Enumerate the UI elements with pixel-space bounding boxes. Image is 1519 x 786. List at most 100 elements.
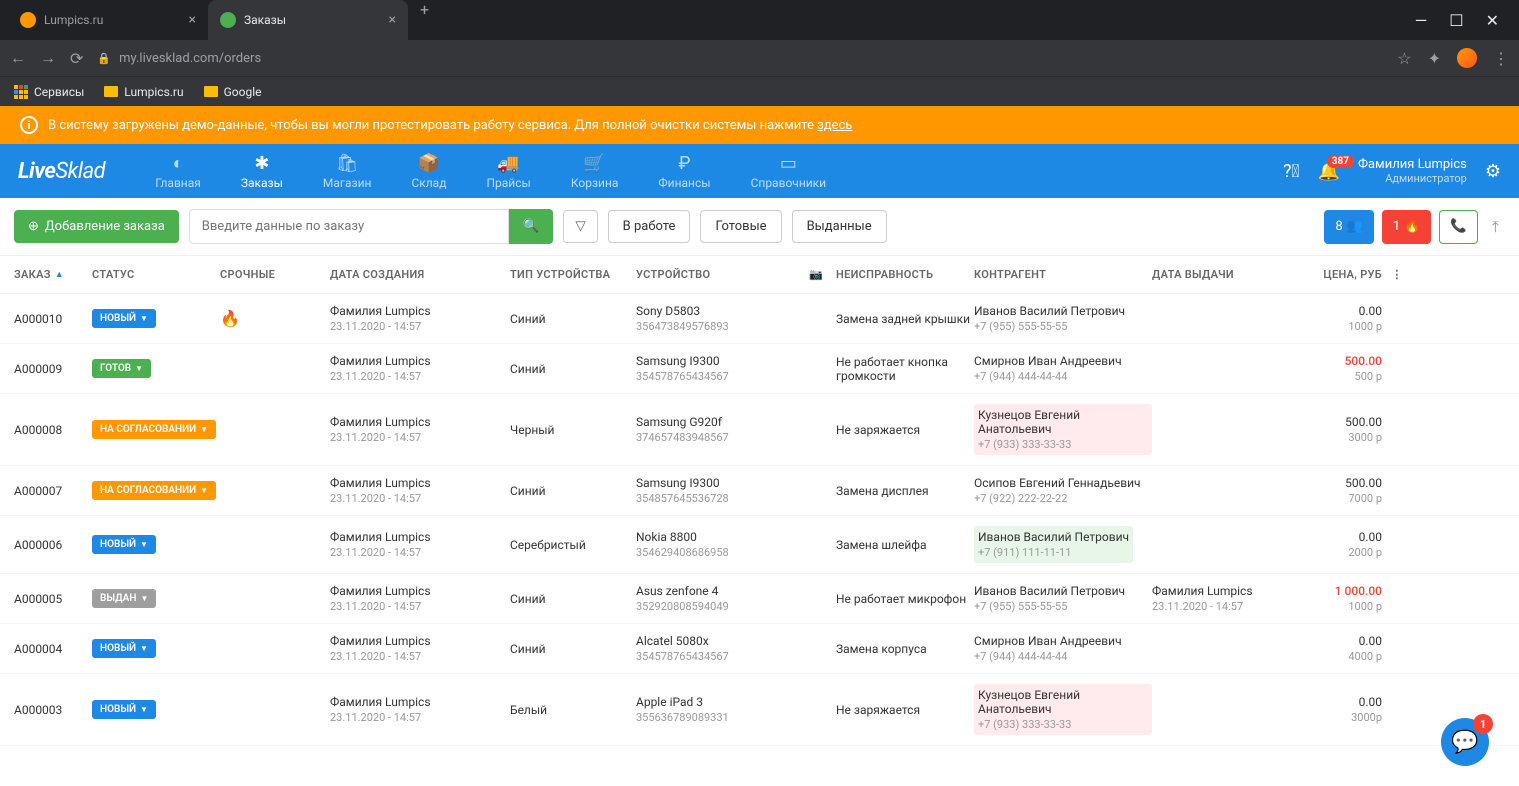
nav-cart[interactable]: 🛒Корзина: [551, 147, 639, 196]
cell-status[interactable]: НОВЫЙ ▼: [92, 535, 220, 554]
filter-in-work[interactable]: В работе: [608, 210, 691, 243]
cell-price: 500.003000 р: [1302, 415, 1382, 444]
cell-order-id: A000004: [14, 642, 92, 656]
funnel-icon: ▽: [575, 219, 585, 234]
cell-fault: Не заряжается: [836, 703, 974, 717]
bookmark-item[interactable]: Lumpics.ru: [104, 85, 183, 99]
back-icon[interactable]: ←: [10, 48, 26, 68]
th-fault[interactable]: НЕИСПРАВНОСТЬ: [836, 268, 974, 281]
nav-reference[interactable]: ▭Справочники: [731, 147, 847, 196]
th-status[interactable]: СТАТУС: [92, 268, 220, 281]
profile-avatar[interactable]: [1457, 48, 1477, 68]
browser-tab-1[interactable]: Заказы ×: [208, 0, 408, 40]
call-button[interactable]: 📞: [1439, 210, 1478, 244]
chat-badge: 1: [1473, 714, 1493, 734]
close-window-icon[interactable]: ✕: [1486, 11, 1499, 30]
cell-status[interactable]: НА СОГЛАСОВАНИИ ▼: [92, 481, 220, 500]
cell-order-id: A000008: [14, 423, 92, 437]
new-tab-button[interactable]: +: [408, 0, 441, 40]
chevron-down-icon: ▼: [140, 644, 148, 653]
chevron-down-icon: ▼: [140, 705, 148, 714]
table-row[interactable]: A000008 НА СОГЛАСОВАНИИ ▼ Фамилия Lumpic…: [0, 394, 1519, 466]
browser-tab-0[interactable]: Lumpics.ru ×: [8, 0, 208, 40]
table-row[interactable]: A000007 НА СОГЛАСОВАНИИ ▼ Фамилия Lumpic…: [0, 466, 1519, 516]
app-header: LiveSklad ◐Главная ✱Заказы 🛍Магазин 📦Скл…: [0, 144, 1519, 198]
cell-device: Samsung I9300354857645536728: [636, 476, 796, 505]
cell-status[interactable]: НОВЫЙ ▼: [92, 309, 220, 328]
table-row[interactable]: A000010 НОВЫЙ ▼ 🔥 Фамилия Lumpics23.11.2…: [0, 294, 1519, 344]
table-row[interactable]: A000006 НОВЫЙ ▼ Фамилия Lumpics23.11.202…: [0, 516, 1519, 574]
address-bar[interactable]: 🔒 my.livesklad.com/orders: [97, 51, 1383, 66]
cell-price: 0.001000 р: [1302, 304, 1382, 333]
cell-status[interactable]: ВЫДАН ▼: [92, 589, 220, 608]
extension-icon[interactable]: ✦: [1428, 49, 1441, 68]
cell-fault: Не заряжается: [836, 423, 974, 437]
cell-order-id: A000010: [14, 312, 92, 326]
stat-urgent-button[interactable]: 1🔥: [1382, 210, 1432, 244]
cell-status[interactable]: ГОТОВ ▼: [92, 359, 220, 378]
search-button[interactable]: 🔍: [509, 209, 554, 244]
cell-devtype: Синий: [510, 312, 636, 326]
th-photo[interactable]: 📷: [796, 268, 836, 281]
filter-button[interactable]: ▽: [563, 210, 597, 243]
table-row[interactable]: A000003 НОВЫЙ ▼ Фамилия Lumpics23.11.202…: [0, 674, 1519, 746]
nav-prices[interactable]: 🚚Прайсы: [466, 147, 550, 196]
bookmark-item[interactable]: Google: [204, 85, 262, 99]
cell-order-id: A000006: [14, 538, 92, 552]
filter-issued[interactable]: Выданные: [792, 210, 887, 243]
th-urgent[interactable]: СРОЧНЫЕ: [220, 268, 330, 281]
close-icon[interactable]: ×: [389, 12, 396, 28]
th-menu[interactable]: ⋮: [1382, 268, 1412, 281]
th-created[interactable]: ДАТА СОЗДАНИЯ: [330, 268, 510, 281]
nav-home[interactable]: ◐Главная: [135, 147, 221, 196]
upload-button[interactable]: ⤒: [1486, 210, 1505, 244]
apps-icon: [14, 85, 28, 99]
chevron-down-icon: ▼: [135, 364, 143, 373]
menu-icon[interactable]: ⋮: [1493, 49, 1509, 68]
cell-status[interactable]: НОВЫЙ ▼: [92, 639, 220, 658]
banner-link[interactable]: здесь: [817, 118, 852, 133]
minimize-icon[interactable]: —: [1415, 11, 1428, 30]
folder-icon: [104, 86, 118, 97]
cell-fault: Не работает кнопка громкости: [836, 355, 974, 383]
star-icon[interactable]: ☆: [1397, 49, 1411, 68]
help-icon[interactable]: ?⃝: [1283, 161, 1300, 182]
nav-shop[interactable]: 🛍Магазин: [303, 147, 392, 196]
filter-ready[interactable]: Готовые: [700, 210, 781, 243]
table-row[interactable]: A000004 НОВЫЙ ▼ Фамилия Lumpics23.11.202…: [0, 624, 1519, 674]
gear-icon[interactable]: ⚙: [1485, 161, 1501, 182]
cell-status[interactable]: НА СОГЛАСОВАНИИ ▼: [92, 420, 220, 439]
app-viewport: i В систему загружены демо-данные, чтобы…: [0, 106, 1519, 786]
notifications-icon[interactable]: 🔔387: [1318, 161, 1340, 182]
cell-created: Фамилия Lumpics23.11.2020 - 14:57: [330, 634, 510, 663]
th-issued[interactable]: ДАТА ВЫДАЧИ: [1152, 268, 1302, 281]
nav-orders[interactable]: ✱Заказы: [221, 147, 303, 196]
th-client[interactable]: КОНТРАГЕНТ: [974, 268, 1152, 281]
flame-icon: 🔥: [220, 309, 240, 328]
maximize-icon[interactable]: ☐: [1449, 11, 1463, 30]
th-price[interactable]: ЦЕНА, РУБ: [1302, 268, 1382, 281]
tab-title: Заказы: [244, 13, 286, 27]
bookmark-apps[interactable]: Сервисы: [14, 85, 84, 99]
bag-icon: 🛍: [336, 153, 359, 174]
user-info[interactable]: Фамилия Lumpics Администратор: [1358, 157, 1467, 185]
th-order[interactable]: ЗАКАЗ▲: [14, 268, 92, 281]
cell-status[interactable]: НОВЫЙ ▼: [92, 700, 220, 719]
close-icon[interactable]: ×: [189, 12, 196, 28]
nav-finance[interactable]: ₽Финансы: [638, 147, 730, 196]
nav-warehouse[interactable]: 📦Склад: [391, 147, 466, 196]
add-order-button[interactable]: ⊕Добавление заказа: [14, 210, 179, 243]
logo[interactable]: LiveSklad: [18, 159, 105, 184]
cell-price: 1 000.001000 р: [1302, 584, 1382, 613]
th-devtype[interactable]: ТИП УСТРОЙСТВА: [510, 268, 636, 281]
reload-icon[interactable]: ⟳: [70, 49, 83, 68]
th-device[interactable]: УСТРОЙСТВО: [636, 268, 796, 281]
chat-fab[interactable]: 💬 1: [1441, 718, 1489, 766]
table-row[interactable]: A000009 ГОТОВ ▼ Фамилия Lumpics23.11.202…: [0, 344, 1519, 394]
stat-users-button[interactable]: 8👥: [1324, 210, 1374, 244]
cell-devtype: Синий: [510, 484, 636, 498]
table-row[interactable]: A000005 ВЫДАН ▼ Фамилия Lumpics23.11.202…: [0, 574, 1519, 624]
demo-banner: i В систему загружены демо-данные, чтобы…: [0, 106, 1519, 144]
search-input[interactable]: [189, 209, 509, 244]
forward-icon[interactable]: →: [40, 48, 56, 68]
